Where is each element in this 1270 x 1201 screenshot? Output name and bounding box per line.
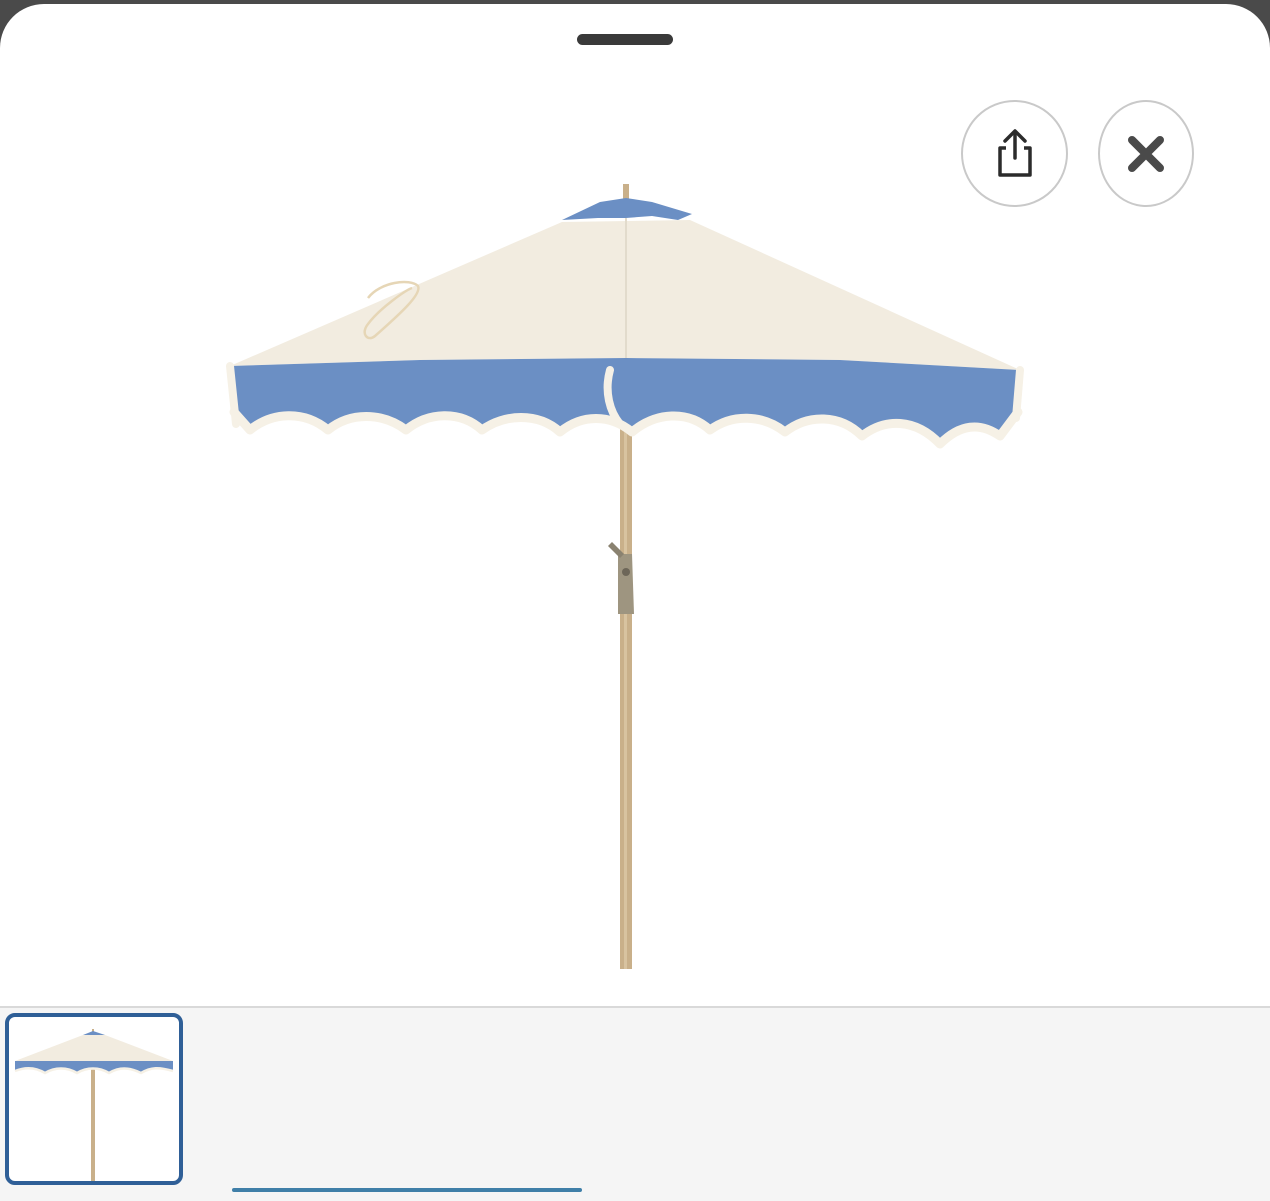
scroll-indicator: [232, 1188, 582, 1192]
share-icon: [997, 128, 1032, 177]
thumbnail-strip[interactable]: [0, 1006, 1270, 1201]
drag-handle[interactable]: [577, 34, 673, 45]
image-viewer-sheet: [0, 4, 1270, 1201]
thumbnail-item-selected[interactable]: [5, 1013, 183, 1185]
close-icon: [1128, 135, 1164, 172]
close-button[interactable]: [1098, 100, 1194, 207]
umbrella-vent: [562, 198, 692, 220]
thumbnail-image: [14, 1029, 174, 1181]
product-photo: [226, 184, 1024, 969]
umbrella-crank: [618, 554, 634, 614]
